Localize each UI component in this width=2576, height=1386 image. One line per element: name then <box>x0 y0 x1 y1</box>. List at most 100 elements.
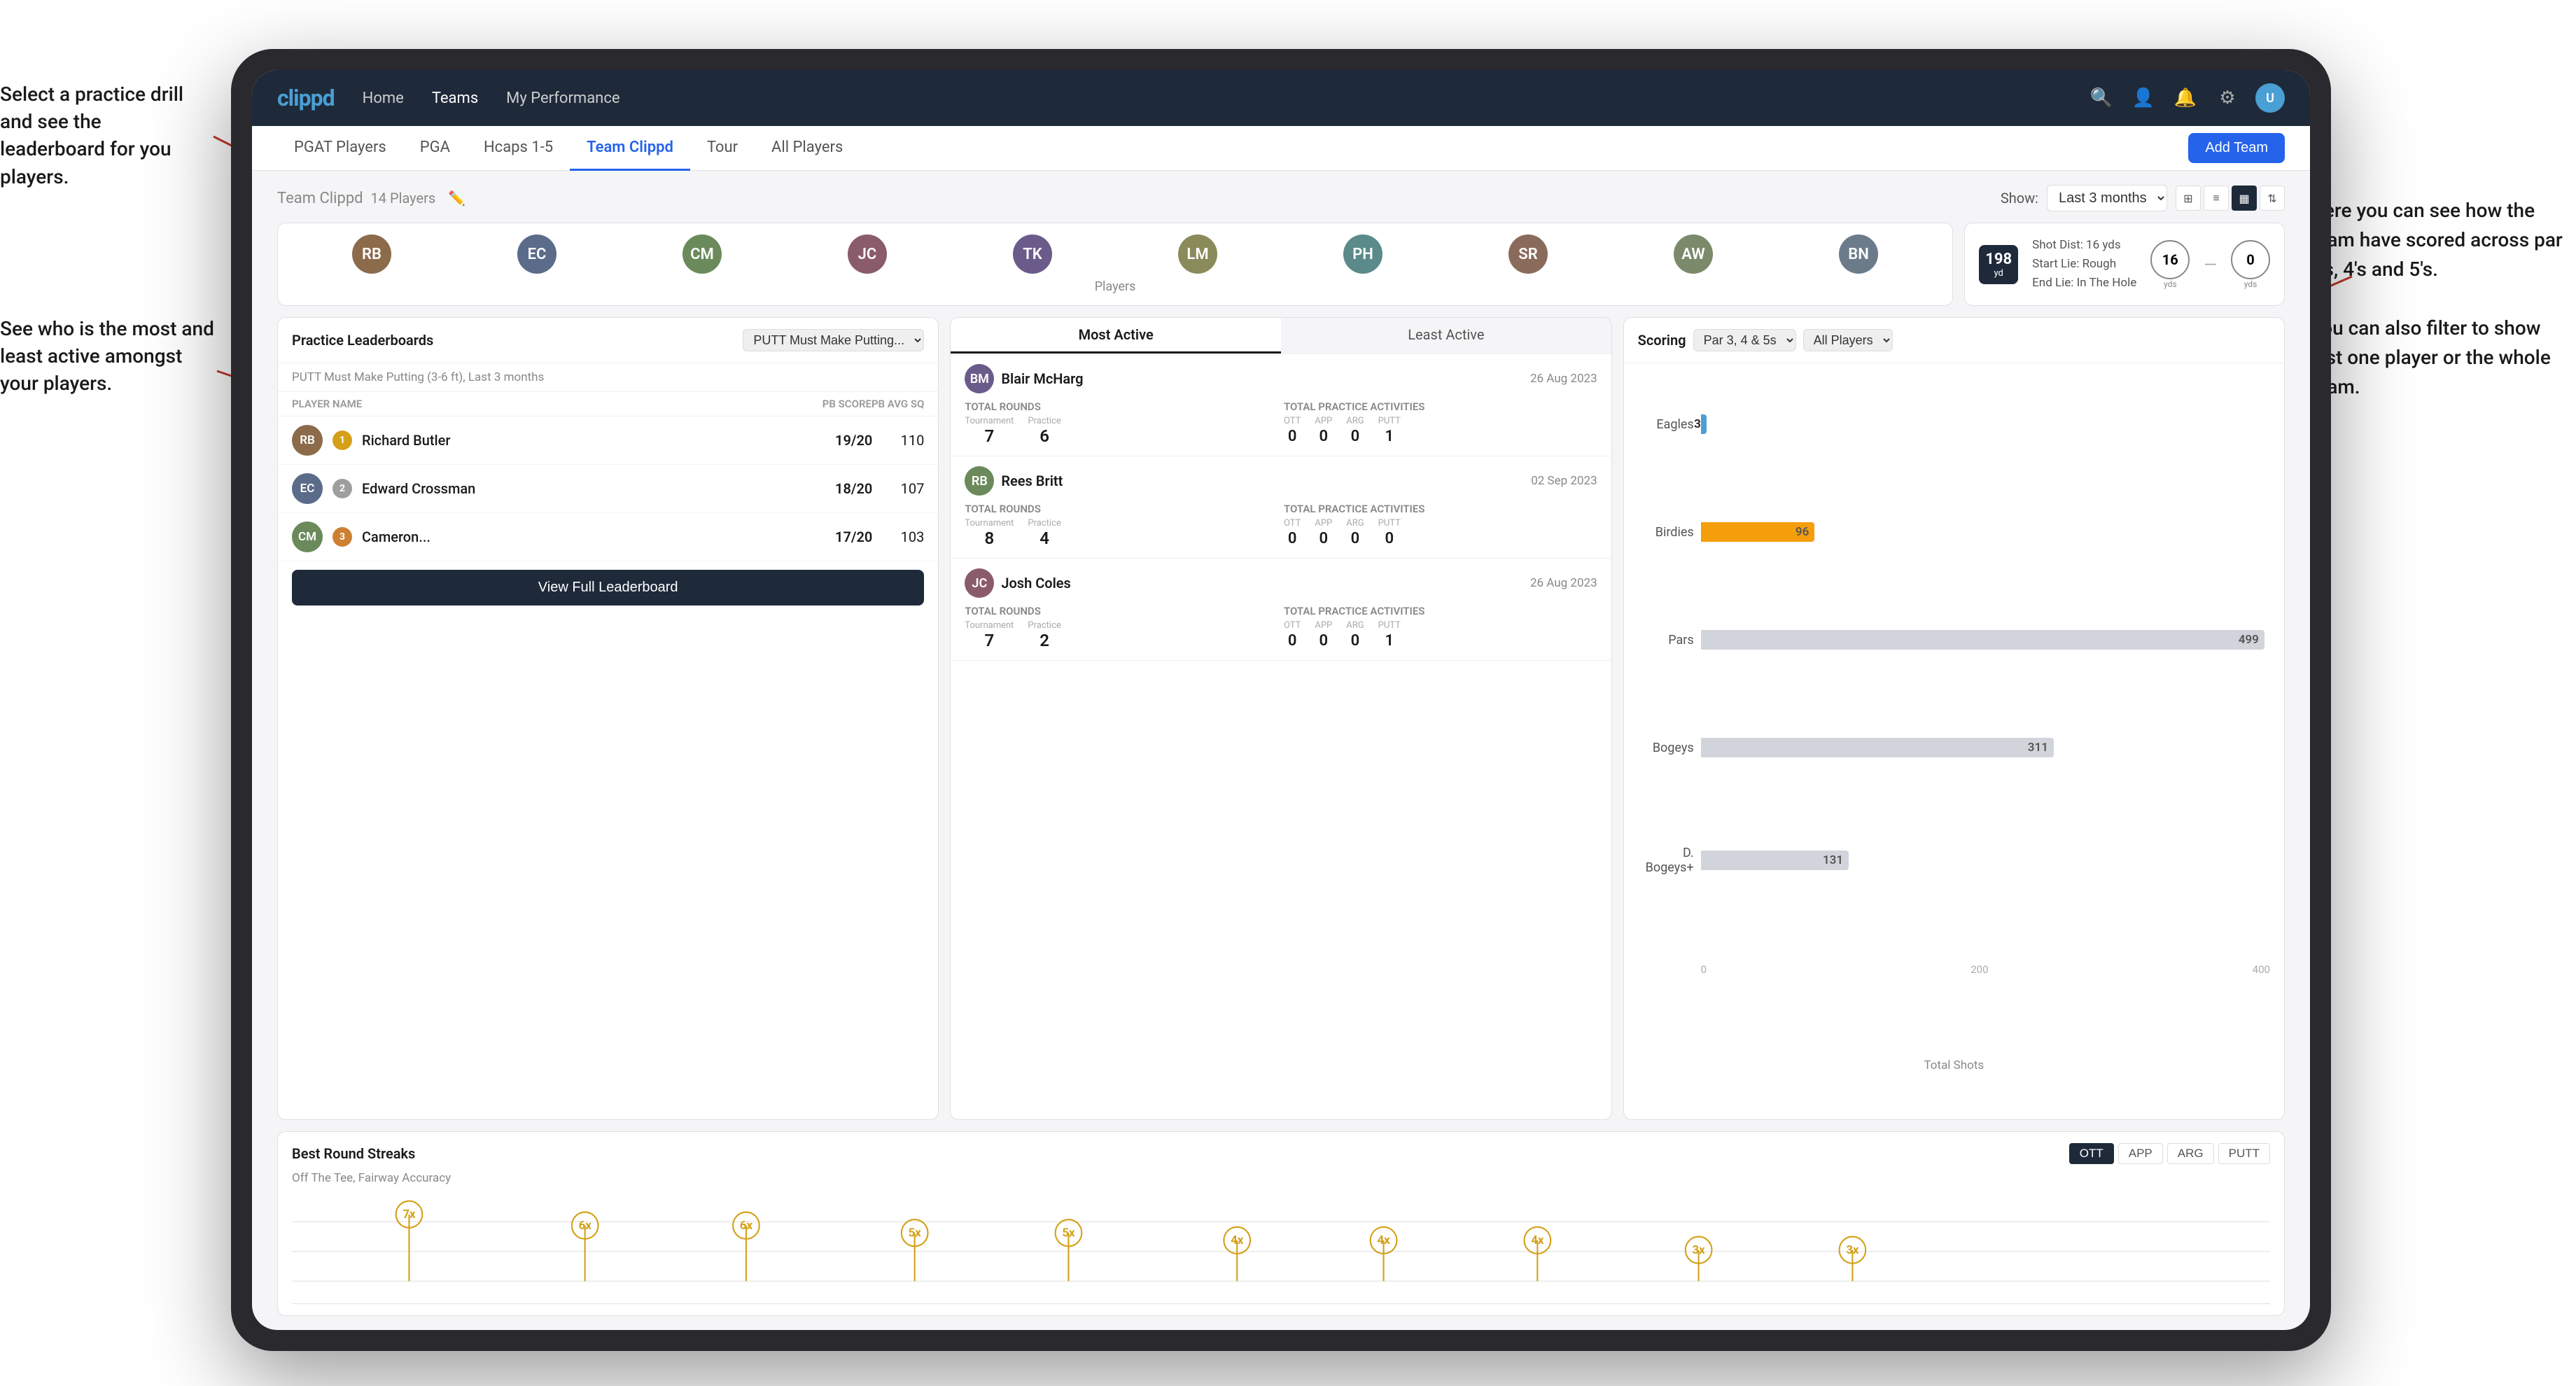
chart-row-eagles: Eagles 3 <box>1638 414 2270 434</box>
subnav-tour[interactable]: Tour <box>690 126 755 171</box>
top-row: RB EC CM JC TK LM PH SR AW BN Players <box>277 223 2285 306</box>
chart-bar-bogeys: 311 <box>1701 738 2054 757</box>
subnav-right: Add Team <box>2188 133 2285 163</box>
lb-row-2[interactable]: EC 2 Edward Crossman 18/20 107 <box>278 465 938 513</box>
svg-text:6x: 6x <box>579 1219 592 1233</box>
subnav-allplayers[interactable]: All Players <box>755 126 860 171</box>
streaks-header: Best Round Streaks OTT APP ARG PUTT <box>292 1143 2270 1164</box>
player-avatar-5[interactable]: TK <box>1013 234 1052 274</box>
lb-rank-2: 2 <box>332 479 352 498</box>
chart-label-eagles: Eagles <box>1638 417 1694 432</box>
card-view-btn[interactable]: ▦ <box>2232 186 2257 211</box>
team-title: Team Clippd 14 Players <box>277 190 435 207</box>
chart-x-axis: 0 200 400 <box>1638 963 2270 976</box>
shot-info: Shot Dist: 16 yds Start Lie: Rough End L… <box>2032 236 2136 293</box>
par-select[interactable]: Par 3, 4 & 5s <box>1693 329 1796 351</box>
pac-date-josh: 26 Aug 2023 <box>1530 576 1597 590</box>
activity-card-rees: RB Rees Britt 02 Sep 2023 Total Rounds T… <box>951 456 1611 559</box>
lb-avg-3: 103 <box>882 528 924 545</box>
player-avatar-4[interactable]: JC <box>848 234 887 274</box>
player-avatar-6[interactable]: LM <box>1178 234 1217 274</box>
show-select[interactable]: Last 3 months <box>2047 185 2167 211</box>
user-avatar[interactable]: U <box>2255 83 2285 113</box>
app-logo: clippd <box>277 85 335 111</box>
pac-header-blair: BM Blair McHarg 26 Aug 2023 <box>965 364 1597 393</box>
add-team-button[interactable]: Add Team <box>2188 133 2285 163</box>
svg-text:4x: 4x <box>1531 1233 1544 1247</box>
streak-chart: 7x 6x 6x 5x <box>292 1192 2270 1304</box>
tab-least-active[interactable]: Least Active <box>1281 318 1611 354</box>
pac-stats-blair: Total Rounds Tournament 7 Practice 6 <box>965 400 1597 446</box>
shot-circle-2: 0 <box>2231 240 2270 279</box>
main-content: Team Clippd 14 Players ✏️ Show: Last 3 m… <box>252 171 2310 1330</box>
annotation-right: Here you can see how the team have score… <box>2310 196 2576 402</box>
chart-area: Eagles 3 Birdies <box>1624 363 2284 1119</box>
shot-circles: 16 yds — 0 yds <box>2150 240 2270 289</box>
team-header: Team Clippd 14 Players ✏️ Show: Last 3 m… <box>277 185 2285 211</box>
pac-stats-rees: Total Rounds Tournament 8 Practice 4 <box>965 503 1597 548</box>
annotation-top-left: Select a practice drill and see the lead… <box>0 80 210 190</box>
streaks-title: Best Round Streaks <box>292 1145 415 1162</box>
subnav-pga[interactable]: PGA <box>403 126 467 171</box>
shot-circle-1: 16 <box>2150 240 2190 279</box>
player-avatar-2[interactable]: EC <box>517 234 556 274</box>
subnav-pgat[interactable]: PGAT Players <box>277 126 403 171</box>
nav-home[interactable]: Home <box>363 87 404 110</box>
lb-avatar-2: EC <box>292 473 323 504</box>
view-icons: ⊞ ≡ ▦ ⇅ <box>2176 186 2285 211</box>
leaderboard-title: Practice Leaderboards <box>292 332 433 349</box>
pac-avatar-rees: RB <box>965 466 994 496</box>
leaderboard-table-header: PLAYER NAME PB SCORE PB AVG SQ <box>278 392 938 416</box>
player-avatar-9[interactable]: AW <box>1674 234 1713 274</box>
lb-name-1: Richard Butler <box>362 432 806 449</box>
nav-myperformance[interactable]: My Performance <box>506 87 620 110</box>
grid-view-btn[interactable]: ⊞ <box>2176 186 2201 211</box>
nav-teams[interactable]: Teams <box>432 87 478 110</box>
player-filter-select[interactable]: All Players <box>1803 329 1893 351</box>
chart-x-label: Total Shots <box>1638 1058 2270 1072</box>
filter-view-btn[interactable]: ⇅ <box>2260 186 2285 211</box>
chart-bar-birdies: 96 <box>1701 522 1815 542</box>
leaderboard-header: Practice Leaderboards PUTT Must Make Put… <box>278 318 938 363</box>
lb-avatar-3: CM <box>292 522 323 552</box>
settings-icon[interactable]: ⚙ <box>2213 84 2241 112</box>
pac-player-blair: BM Blair McHarg <box>965 364 1083 393</box>
lb-avg-1: 110 <box>882 432 924 449</box>
leaderboard-subtitle: PUTT Must Make Putting (3-6 ft), Last 3 … <box>278 363 938 392</box>
three-col: Practice Leaderboards PUTT Must Make Put… <box>277 317 2285 1120</box>
subnav-teamclippd[interactable]: Team Clippd <box>570 126 690 171</box>
svg-text:7x: 7x <box>402 1208 416 1222</box>
user-icon[interactable]: 👤 <box>2129 84 2157 112</box>
search-icon[interactable]: 🔍 <box>2087 84 2115 112</box>
filter-btn-putt[interactable]: PUTT <box>2218 1143 2270 1164</box>
edit-icon[interactable]: ✏️ <box>448 190 465 206</box>
lb-row-3[interactable]: CM 3 Cameron... 17/20 103 <box>278 513 938 561</box>
streak-filter-btns: OTT APP ARG PUTT <box>2069 1143 2270 1164</box>
chart-row-dbogeys: D. Bogeys+ 131 <box>1638 846 2270 875</box>
player-avatar-1[interactable]: RB <box>352 234 391 274</box>
show-control: Show: Last 3 months ⊞ ≡ ▦ ⇅ <box>2001 185 2285 211</box>
tab-most-active[interactable]: Most Active <box>951 318 1281 354</box>
pac-date-blair: 26 Aug 2023 <box>1530 372 1597 386</box>
tablet-device: clippd Home Teams My Performance 🔍 👤 🔔 ⚙… <box>231 49 2331 1351</box>
svg-text:3x: 3x <box>1693 1243 1706 1257</box>
bell-icon[interactable]: 🔔 <box>2171 84 2199 112</box>
player-avatar-7[interactable]: PH <box>1343 234 1382 274</box>
pac-name-blair: Blair McHarg <box>1001 370 1083 387</box>
filter-btn-ott[interactable]: OTT <box>2069 1143 2114 1164</box>
player-avatar-3[interactable]: CM <box>682 234 722 274</box>
filter-btn-arg[interactable]: ARG <box>2167 1143 2214 1164</box>
filter-btn-app[interactable]: APP <box>2118 1143 2163 1164</box>
pac-avatar-josh: JC <box>965 568 994 598</box>
lb-row-1[interactable]: RB 1 Richard Butler 19/20 110 <box>278 416 938 465</box>
activity-panel: Most Active Least Active BM Blair McHarg… <box>950 317 1611 1120</box>
drill-select[interactable]: PUTT Must Make Putting... <box>743 329 924 351</box>
subnav-hcaps[interactable]: Hcaps 1-5 <box>467 126 570 171</box>
list-view-btn[interactable]: ≡ <box>2204 186 2229 211</box>
chart-label-bogeys: Bogeys <box>1638 741 1694 755</box>
player-avatar-10[interactable]: BN <box>1839 234 1878 274</box>
player-avatar-8[interactable]: SR <box>1508 234 1548 274</box>
chart-row-bogeys: Bogeys 311 <box>1638 738 2270 757</box>
view-leaderboard-button[interactable]: View Full Leaderboard <box>292 570 924 606</box>
scoring-panel: Scoring Par 3, 4 & 5s All Players Eagles <box>1623 317 2285 1120</box>
